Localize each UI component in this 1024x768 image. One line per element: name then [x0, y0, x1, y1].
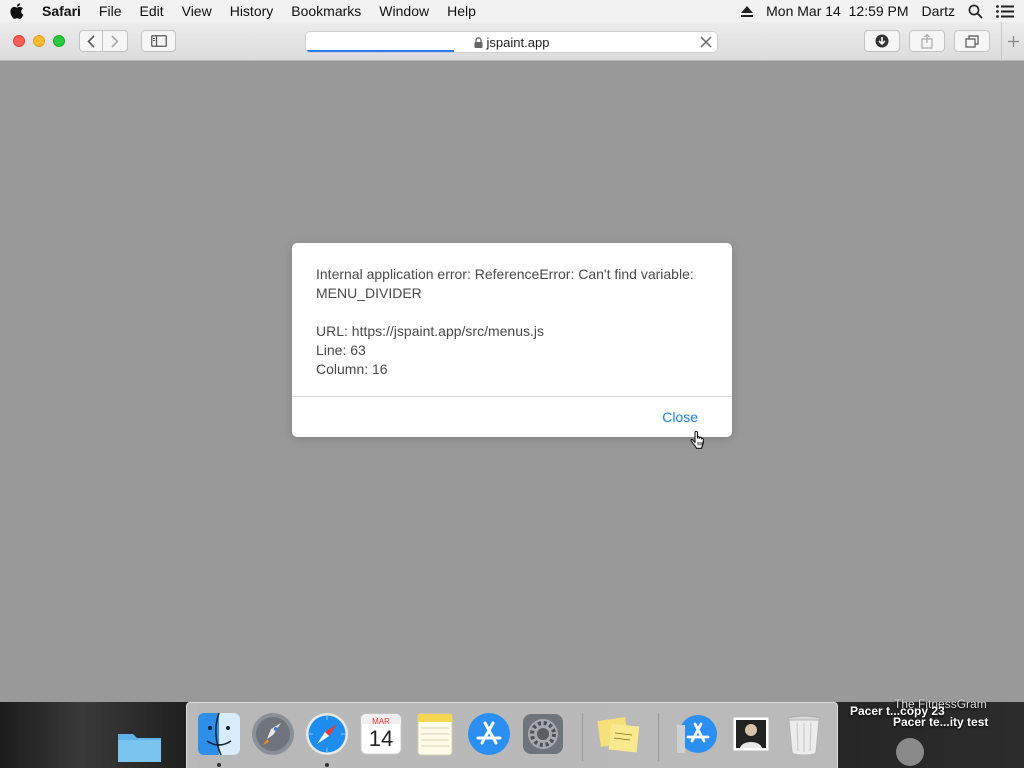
- back-button[interactable]: [79, 30, 103, 52]
- menu-view[interactable]: View: [173, 0, 221, 22]
- page-load-progress: [306, 50, 454, 52]
- eject-icon[interactable]: [741, 5, 754, 17]
- share-icon: [921, 33, 933, 49]
- app-store-icon[interactable]: [466, 711, 512, 757]
- dock-separator: [658, 713, 659, 761]
- plus-icon: [1007, 36, 1019, 47]
- documents-stack-icon[interactable]: [727, 711, 773, 757]
- tab-overview-button[interactable]: [954, 30, 990, 52]
- dialog-divider: [292, 396, 732, 397]
- finder-icon[interactable]: [196, 711, 242, 757]
- downloads-button[interactable]: [864, 30, 900, 52]
- download-icon: [875, 34, 889, 48]
- hand-pointer-cursor-icon: [690, 430, 706, 455]
- menu-bookmarks[interactable]: Bookmarks: [282, 0, 370, 22]
- menu-edit[interactable]: Edit: [130, 0, 172, 22]
- error-line-number: Line: 63: [316, 342, 366, 358]
- stickies-icon[interactable]: [596, 711, 642, 757]
- launchpad-icon[interactable]: [250, 711, 296, 757]
- trash-icon[interactable]: [781, 711, 827, 757]
- spotlight-search-icon[interactable]: [968, 4, 983, 19]
- chevron-left-icon: [87, 34, 95, 48]
- forward-button[interactable]: [103, 30, 128, 52]
- window-close-button[interactable]: [13, 35, 25, 47]
- system-preferences-icon[interactable]: [520, 711, 566, 757]
- error-url: URL: https://jspaint.app/src/menus.js: [316, 323, 544, 339]
- user-name[interactable]: Dartz: [922, 3, 955, 19]
- downloads-stack-icon[interactable]: [673, 711, 719, 757]
- sidebar-toggle-button[interactable]: [141, 30, 176, 52]
- menu-history[interactable]: History: [221, 0, 283, 22]
- desktop-file-label[interactable]: Pacer te...ity test: [893, 715, 988, 729]
- stop-loading-icon[interactable]: [700, 36, 712, 48]
- calendar-month: MAR: [372, 717, 390, 726]
- share-button[interactable]: [909, 30, 945, 52]
- clock-datetime[interactable]: Mon Mar 14 12:59 PM: [766, 3, 908, 19]
- menu-file[interactable]: File: [90, 0, 131, 22]
- calendar-icon[interactable]: MAR 14: [358, 711, 404, 757]
- tab-overview-icon: [965, 34, 979, 48]
- error-message: Internal application error: ReferenceErr…: [292, 243, 732, 397]
- menu-window[interactable]: Window: [370, 0, 438, 22]
- error-text-line1: Internal application error: ReferenceErr…: [316, 266, 694, 282]
- apple-menu-icon[interactable]: [0, 0, 34, 22]
- menu-app-name[interactable]: Safari: [34, 0, 90, 22]
- browser-toolbar: jspaint.app: [0, 22, 1024, 61]
- window-minimize-button[interactable]: [33, 35, 45, 47]
- error-column-number: Column: 16: [316, 361, 388, 377]
- calendar-day: 14: [368, 726, 394, 751]
- error-dialog: Internal application error: ReferenceErr…: [292, 243, 732, 437]
- notes-icon[interactable]: [412, 711, 458, 757]
- menu-bar: Safari File Edit View History Bookmarks …: [0, 0, 1024, 22]
- sidebar-icon: [150, 35, 167, 47]
- address-bar[interactable]: jspaint.app: [305, 31, 718, 53]
- address-url: jspaint.app: [486, 34, 550, 50]
- menu-help[interactable]: Help: [438, 0, 485, 22]
- window-fullscreen-button[interactable]: [53, 35, 65, 47]
- desktop-file-icon[interactable]: [896, 738, 924, 766]
- notification-center-icon[interactable]: [996, 4, 1014, 18]
- lock-icon: [474, 36, 483, 48]
- desktop-folder-icon[interactable]: [117, 729, 162, 763]
- close-button[interactable]: Close: [662, 409, 698, 425]
- dock-separator: [582, 713, 583, 761]
- safari-running-indicator: [325, 763, 329, 767]
- error-text-line2: MENU_DIVIDER: [316, 285, 422, 301]
- finder-running-indicator: [217, 763, 221, 767]
- dock: MAR 14: [186, 702, 838, 768]
- chevron-right-icon: [111, 34, 119, 48]
- new-tab-button[interactable]: [1001, 22, 1024, 61]
- safari-icon[interactable]: [304, 711, 350, 757]
